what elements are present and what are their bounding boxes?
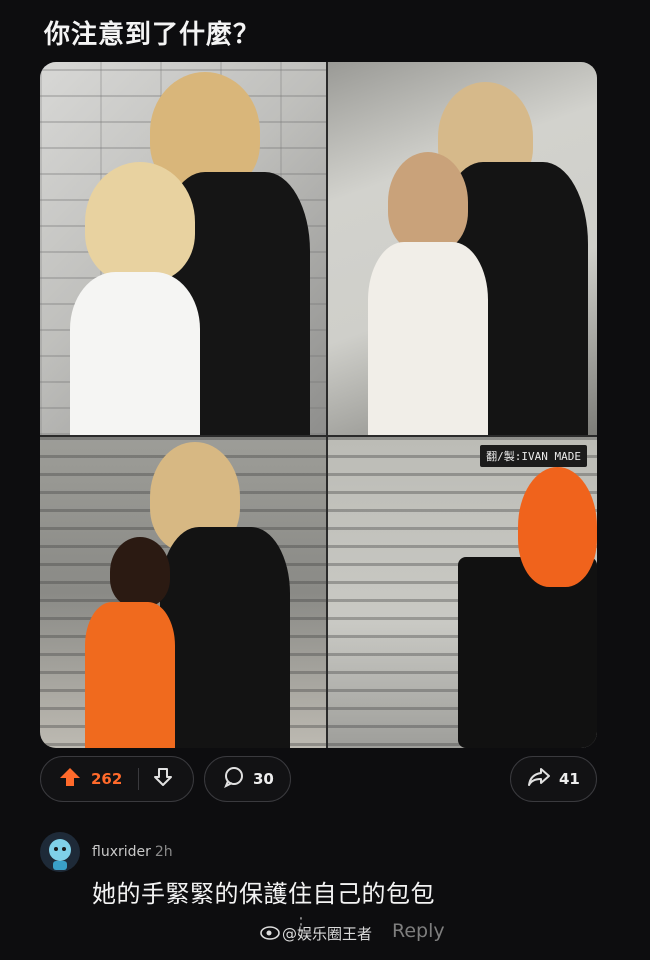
photo-bottom-right[interactable]: 翻/製:IVAN MADE <box>328 437 597 748</box>
share-icon <box>527 766 551 792</box>
post-action-bar: 262 30 41 <box>40 756 597 804</box>
vote-count: 262 <box>91 770 123 788</box>
bag-closeup <box>458 557 597 748</box>
comments-button[interactable]: 30 <box>204 756 291 802</box>
figure-girl <box>85 162 195 282</box>
watermark: @娱乐圈王者 <box>260 922 372 944</box>
figure-girl <box>110 537 170 607</box>
post-title: 你注意到了什麼？ <box>44 20 261 50</box>
comment-time: 2h <box>154 844 173 860</box>
figure-girl <box>388 152 468 252</box>
orange-dress-closeup <box>518 467 597 587</box>
figure-girl-body <box>70 272 200 435</box>
weibo-icon <box>260 922 282 944</box>
watermark-text: @娱乐圈王者 <box>282 924 373 943</box>
figure-woman-body <box>160 527 290 748</box>
avatar[interactable] <box>40 832 80 872</box>
image-credit: 翻/製:IVAN MADE <box>480 445 587 467</box>
username[interactable]: fluxrider <box>92 844 151 860</box>
share-count: 41 <box>559 770 580 788</box>
photo-top-left[interactable] <box>40 62 326 435</box>
photo-bottom-left[interactable] <box>40 437 326 748</box>
photo-top-right[interactable] <box>328 62 597 435</box>
comment-author[interactable]: fluxrider 2h <box>92 844 173 860</box>
comment-footer: ⋮ @娱乐圈王者 Reply <box>0 912 650 952</box>
upvote-icon[interactable] <box>59 766 81 792</box>
post-image-grid[interactable]: 翻/製:IVAN MADE <box>40 62 597 748</box>
figure-girl-body <box>368 242 488 435</box>
comment-icon <box>223 766 245 792</box>
downvote-icon[interactable] <box>153 767 173 791</box>
share-button[interactable]: 41 <box>510 756 597 802</box>
comment-count: 30 <box>253 770 274 788</box>
comment-text: 她的手緊緊的保護住自己的包包 <box>92 880 435 908</box>
reply-button[interactable]: Reply <box>392 920 445 942</box>
vote-control: 262 <box>40 756 194 802</box>
figure-girl-body <box>85 602 175 748</box>
vote-divider <box>138 768 140 790</box>
